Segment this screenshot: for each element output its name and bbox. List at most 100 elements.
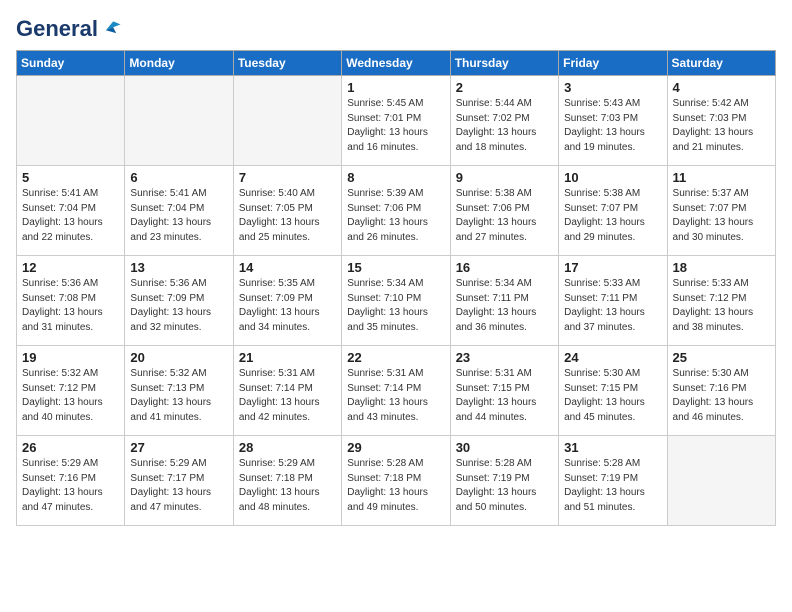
day-info: Sunrise: 5:35 AM Sunset: 7:09 PM Dayligh…: [239, 277, 336, 335]
weekday-header-row: SundayMondayTuesdayWednesdayThursdayFrid…: [17, 51, 776, 76]
week-row-2: 5Sunrise: 5:41 AM Sunset: 7:04 PM Daylig…: [17, 166, 776, 256]
day-number: 9: [456, 170, 553, 185]
day-info: Sunrise: 5:29 AM Sunset: 7:16 PM Dayligh…: [22, 457, 119, 515]
day-cell: 27 Sunrise: 5:29 AM Sunset: 7:17 PM Dayli…: [125, 436, 233, 526]
day-number: 17: [564, 260, 661, 275]
day-number: 6: [130, 170, 227, 185]
day-info: Sunrise: 5:30 AM Sunset: 7:16 PM Dayligh…: [673, 367, 770, 425]
day-number: 12: [22, 260, 119, 275]
day-cell: 21 Sunrise: 5:31 AM Sunset: 7:14 PM Dayli…: [233, 346, 341, 436]
week-row-1: 1 Sunrise: 5:45 AM Sunset: 7:01 PM Daylig…: [17, 76, 776, 166]
day-number: 29: [347, 440, 444, 455]
day-cell: 13 Sunrise: 5:36 AM Sunset: 7:09 PM Dayli…: [125, 256, 233, 346]
day-info: Sunrise: 5:29 AM Sunset: 7:18 PM Dayligh…: [239, 457, 336, 515]
day-number: 27: [130, 440, 227, 455]
day-number: 8: [347, 170, 444, 185]
day-number: 1: [347, 80, 444, 95]
day-info: Sunrise: 5:36 AM Sunset: 7:09 PM Dayligh…: [130, 277, 227, 335]
day-cell: [233, 76, 341, 166]
weekday-header-monday: Monday: [125, 51, 233, 76]
day-info: Sunrise: 5:30 AM Sunset: 7:15 PM Dayligh…: [564, 367, 661, 425]
day-info: Sunrise: 5:43 AM Sunset: 7:03 PM Dayligh…: [564, 97, 661, 155]
weekday-header-thursday: Thursday: [450, 51, 558, 76]
day-number: 10: [564, 170, 661, 185]
day-number: 21: [239, 350, 336, 365]
day-cell: 8 Sunrise: 5:39 AM Sunset: 7:06 PM Daylig…: [342, 166, 450, 256]
day-cell: 4 Sunrise: 5:42 AM Sunset: 7:03 PM Daylig…: [667, 76, 775, 166]
day-info: Sunrise: 5:45 AM Sunset: 7:01 PM Dayligh…: [347, 97, 444, 155]
day-number: 23: [456, 350, 553, 365]
day-info: Sunrise: 5:29 AM Sunset: 7:17 PM Dayligh…: [130, 457, 227, 515]
day-cell: 17 Sunrise: 5:33 AM Sunset: 7:11 PM Dayli…: [559, 256, 667, 346]
day-info: Sunrise: 5:32 AM Sunset: 7:13 PM Dayligh…: [130, 367, 227, 425]
day-cell: 5Sunrise: 5:41 AM Sunset: 7:04 PM Daylig…: [17, 166, 125, 256]
day-info: Sunrise: 5:42 AM Sunset: 7:03 PM Dayligh…: [673, 97, 770, 155]
day-info: Sunrise: 5:38 AM Sunset: 7:07 PM Dayligh…: [564, 187, 661, 245]
day-number: 19: [22, 350, 119, 365]
week-row-5: 26 Sunrise: 5:29 AM Sunset: 7:16 PM Dayli…: [17, 436, 776, 526]
day-info: Sunrise: 5:44 AM Sunset: 7:02 PM Dayligh…: [456, 97, 553, 155]
day-cell: 11 Sunrise: 5:37 AM Sunset: 7:07 PM Dayli…: [667, 166, 775, 256]
day-cell: 6 Sunrise: 5:41 AM Sunset: 7:04 PM Daylig…: [125, 166, 233, 256]
day-info: Sunrise: 5:38 AM Sunset: 7:06 PM Dayligh…: [456, 187, 553, 245]
day-cell: [667, 436, 775, 526]
day-cell: 30Sunrise: 5:28 AM Sunset: 7:19 PM Dayli…: [450, 436, 558, 526]
day-number: 26: [22, 440, 119, 455]
day-cell: [125, 76, 233, 166]
day-cell: 1 Sunrise: 5:45 AM Sunset: 7:01 PM Daylig…: [342, 76, 450, 166]
day-info: Sunrise: 5:28 AM Sunset: 7:19 PM Dayligh…: [456, 457, 553, 515]
weekday-header-saturday: Saturday: [667, 51, 775, 76]
logo: General: [16, 16, 122, 38]
day-cell: 2Sunrise: 5:44 AM Sunset: 7:02 PM Daylig…: [450, 76, 558, 166]
day-cell: 25 Sunrise: 5:30 AM Sunset: 7:16 PM Dayli…: [667, 346, 775, 436]
day-info: Sunrise: 5:34 AM Sunset: 7:11 PM Dayligh…: [456, 277, 553, 335]
day-number: 25: [673, 350, 770, 365]
day-cell: 20 Sunrise: 5:32 AM Sunset: 7:13 PM Dayli…: [125, 346, 233, 436]
day-cell: 9 Sunrise: 5:38 AM Sunset: 7:06 PM Daylig…: [450, 166, 558, 256]
day-info: Sunrise: 5:41 AM Sunset: 7:04 PM Dayligh…: [22, 187, 119, 245]
day-info: Sunrise: 5:37 AM Sunset: 7:07 PM Dayligh…: [673, 187, 770, 245]
day-info: Sunrise: 5:32 AM Sunset: 7:12 PM Dayligh…: [22, 367, 119, 425]
day-number: 31: [564, 440, 661, 455]
day-number: 3: [564, 80, 661, 95]
day-info: Sunrise: 5:41 AM Sunset: 7:04 PM Dayligh…: [130, 187, 227, 245]
day-info: Sunrise: 5:33 AM Sunset: 7:11 PM Dayligh…: [564, 277, 661, 335]
day-cell: 14 Sunrise: 5:35 AM Sunset: 7:09 PM Dayli…: [233, 256, 341, 346]
day-number: 16: [456, 260, 553, 275]
day-cell: 31 Sunrise: 5:28 AM Sunset: 7:19 PM Dayli…: [559, 436, 667, 526]
day-info: Sunrise: 5:28 AM Sunset: 7:19 PM Dayligh…: [564, 457, 661, 515]
day-info: Sunrise: 5:40 AM Sunset: 7:05 PM Dayligh…: [239, 187, 336, 245]
day-cell: 29 Sunrise: 5:28 AM Sunset: 7:18 PM Dayli…: [342, 436, 450, 526]
week-row-4: 19 Sunrise: 5:32 AM Sunset: 7:12 PM Dayli…: [17, 346, 776, 436]
day-info: Sunrise: 5:28 AM Sunset: 7:18 PM Dayligh…: [347, 457, 444, 515]
day-number: 24: [564, 350, 661, 365]
day-cell: 26 Sunrise: 5:29 AM Sunset: 7:16 PM Dayli…: [17, 436, 125, 526]
day-cell: 18 Sunrise: 5:33 AM Sunset: 7:12 PM Dayli…: [667, 256, 775, 346]
day-cell: 7 Sunrise: 5:40 AM Sunset: 7:05 PM Daylig…: [233, 166, 341, 256]
day-cell: 28Sunrise: 5:29 AM Sunset: 7:18 PM Dayli…: [233, 436, 341, 526]
day-info: Sunrise: 5:36 AM Sunset: 7:08 PM Dayligh…: [22, 277, 119, 335]
logo-bird-icon: [100, 17, 122, 39]
day-cell: 10 Sunrise: 5:38 AM Sunset: 7:07 PM Dayli…: [559, 166, 667, 256]
page-header: General: [16, 16, 776, 38]
day-cell: 3 Sunrise: 5:43 AM Sunset: 7:03 PM Daylig…: [559, 76, 667, 166]
week-row-3: 12 Sunrise: 5:36 AM Sunset: 7:08 PM Dayli…: [17, 256, 776, 346]
day-info: Sunrise: 5:33 AM Sunset: 7:12 PM Dayligh…: [673, 277, 770, 335]
day-info: Sunrise: 5:31 AM Sunset: 7:14 PM Dayligh…: [239, 367, 336, 425]
day-info: Sunrise: 5:39 AM Sunset: 7:06 PM Dayligh…: [347, 187, 444, 245]
calendar-table: SundayMondayTuesdayWednesdayThursdayFrid…: [16, 50, 776, 526]
weekday-header-friday: Friday: [559, 51, 667, 76]
day-number: 18: [673, 260, 770, 275]
day-info: Sunrise: 5:31 AM Sunset: 7:14 PM Dayligh…: [347, 367, 444, 425]
day-cell: 19 Sunrise: 5:32 AM Sunset: 7:12 PM Dayli…: [17, 346, 125, 436]
day-cell: 15Sunrise: 5:34 AM Sunset: 7:10 PM Dayli…: [342, 256, 450, 346]
weekday-header-tuesday: Tuesday: [233, 51, 341, 76]
day-number: 22: [347, 350, 444, 365]
day-number: 14: [239, 260, 336, 275]
day-number: 13: [130, 260, 227, 275]
logo-general: General: [16, 16, 98, 42]
day-number: 11: [673, 170, 770, 185]
day-number: 20: [130, 350, 227, 365]
day-number: 7: [239, 170, 336, 185]
day-number: 4: [673, 80, 770, 95]
